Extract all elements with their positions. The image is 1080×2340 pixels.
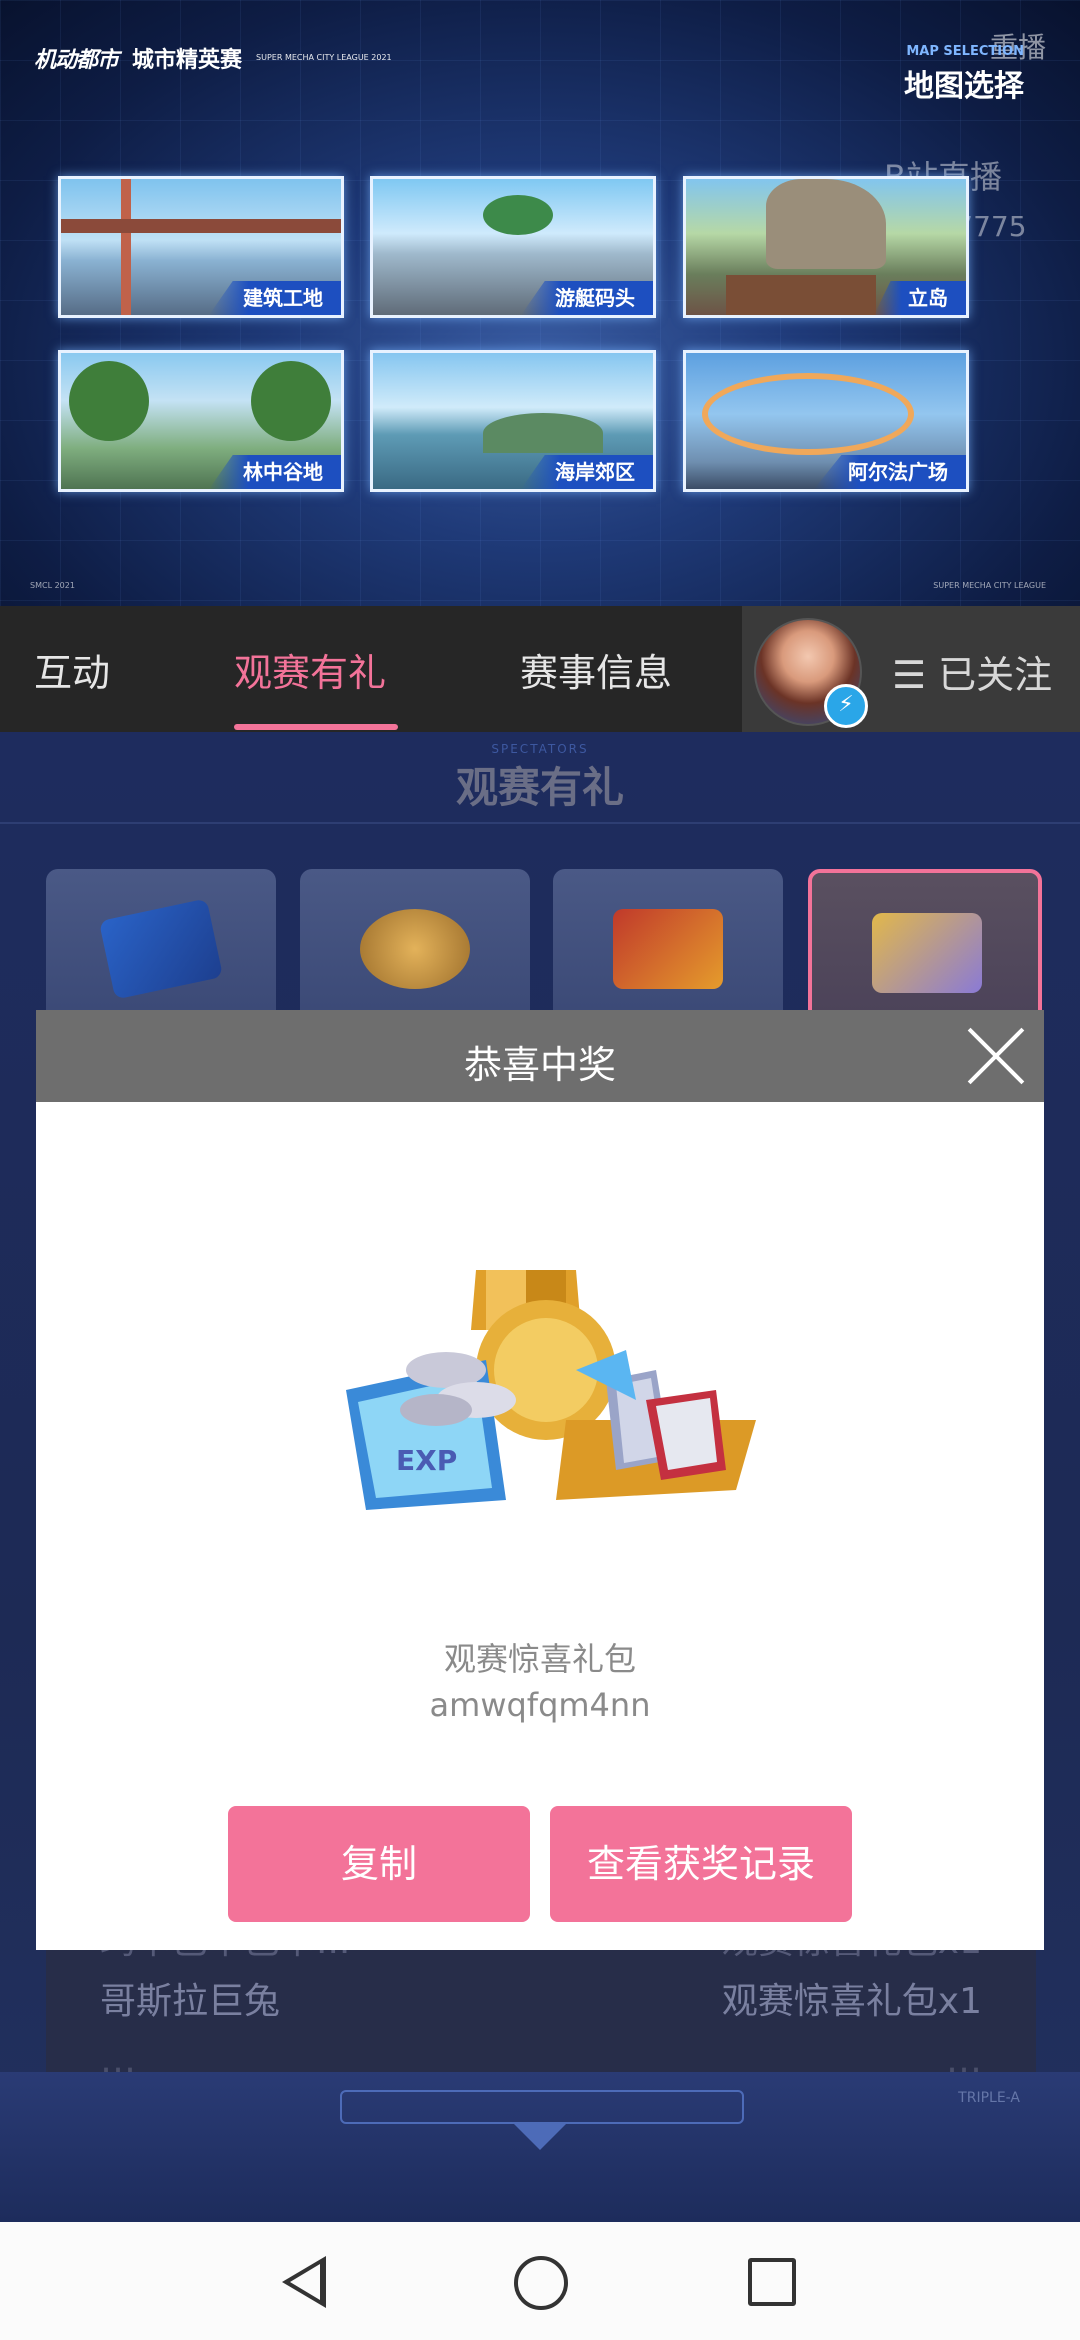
map-card-forest-valley: 林中谷地 (58, 350, 344, 492)
active-tab-underline (234, 724, 398, 730)
copy-button[interactable]: 复制 (228, 1806, 530, 1922)
close-icon[interactable] (964, 1024, 1028, 1088)
map-selection-en: MAP SELECTION (906, 44, 1024, 59)
brand-header: 机动都市 城市精英赛 SUPER MECHA CITY LEAGUE 2021 (34, 42, 392, 74)
deco-triangle (512, 2122, 568, 2150)
modal-title: 恭喜中奖 (463, 1043, 616, 1087)
map-card-construction: 建筑工地 (58, 176, 344, 318)
video-player[interactable]: 机动都市 城市精英赛 SUPER MECHA CITY LEAGUE 2021 … (0, 0, 1080, 606)
bottom-decoration: TRIPLE-A (0, 2072, 1080, 2222)
tab-spectator-gifts[interactable]: 观赛有礼 (234, 642, 386, 697)
map-selection-heading: MAP SELECTION 地图选择 (904, 44, 1024, 105)
ring-illustration (702, 373, 914, 455)
prize-image: EXP (346, 1270, 756, 1510)
tab-bar: 互动 观赛有礼 赛事信息 ⚡ ☰ 已关注 (0, 606, 1080, 732)
tree-illustration (251, 361, 331, 441)
brand-logo: 机动都市 (34, 48, 119, 73)
section-divider (0, 822, 1080, 824)
gift-item-chest[interactable] (553, 869, 783, 1029)
map-card-alpha-plaza: 阿尔法广场 (683, 350, 969, 492)
map-label: 林中谷地 (209, 455, 341, 489)
building-illustration (726, 275, 876, 315)
tree-illustration (69, 361, 149, 441)
modal-header: 恭喜中奖 (36, 1010, 1044, 1102)
map-card-marina: 游艇码头 (370, 176, 656, 318)
gift-item-coins[interactable] (300, 869, 530, 1029)
coins-icon (360, 909, 470, 989)
crane-arm-illustration (61, 219, 341, 233)
svg-text:EXP: EXP (396, 1444, 457, 1477)
back-icon[interactable] (282, 2256, 326, 2308)
map-label: 建筑工地 (209, 281, 341, 315)
brand-name: 城市精英赛 (132, 48, 243, 73)
deco-bar (340, 2090, 744, 2124)
recent-apps-icon[interactable] (748, 2258, 796, 2306)
map-label: 立岛 (874, 281, 966, 315)
follow-button[interactable]: ☰ 已关注 (892, 644, 1052, 699)
island-illustration (483, 413, 603, 453)
map-card-island: 立岛 (683, 176, 969, 318)
crane-illustration (121, 179, 131, 315)
prize-name: 观赛惊喜礼包 (443, 1640, 636, 1678)
record-prize: 观赛惊喜礼包x1 (721, 1981, 982, 2022)
tab-event-info[interactable]: 赛事信息 (520, 642, 672, 697)
record-user: 哥斯拉巨兔 (100, 1981, 281, 2022)
map-label: 海岸郊区 (521, 455, 653, 489)
record-row: 哥斯拉巨兔 观赛惊喜礼包x1 (100, 1972, 982, 2024)
video-footer-right: SUPER MECHA CITY LEAGUE (933, 581, 1046, 590)
section-title: SPECTATORS 观赛有礼 (0, 742, 1080, 815)
tab-interaction[interactable]: 互动 (34, 642, 110, 697)
lightning-icon: ⚡ (824, 684, 868, 728)
map-label: 阿尔法广场 (814, 455, 966, 489)
rock-illustration (766, 179, 886, 269)
triple-a-label: TRIPLE-A (958, 2090, 1020, 2106)
prize-modal: 恭喜中奖 EXP 观赛惊喜礼包 amwqfqm4nn 复制 查看获奖记录 (36, 1010, 1044, 1950)
ticket-icon (98, 898, 224, 1000)
home-icon[interactable] (514, 2256, 568, 2310)
chest-icon (613, 909, 723, 989)
brand-sub: SUPER MECHA CITY LEAGUE 2021 (256, 53, 392, 62)
map-selection-zh: 地图选择 (904, 69, 1024, 104)
gift-item-ticket[interactable] (46, 869, 276, 1029)
surprise-pack-icon (872, 913, 982, 993)
map-card-coast-suburb: 海岸郊区 (370, 350, 656, 492)
system-nav-bar (0, 2222, 1080, 2340)
streamer-area: ⚡ ☰ 已关注 (742, 606, 1080, 732)
section-title-zh: 观赛有礼 (455, 763, 624, 812)
view-prize-history-button[interactable]: 查看获奖记录 (550, 1806, 852, 1922)
prize-code: amwqfqm4nn (429, 1686, 651, 1724)
video-footer-left: SMCL 2021 (30, 581, 75, 590)
palm-illustration (483, 195, 553, 235)
map-label: 游艇码头 (521, 281, 653, 315)
